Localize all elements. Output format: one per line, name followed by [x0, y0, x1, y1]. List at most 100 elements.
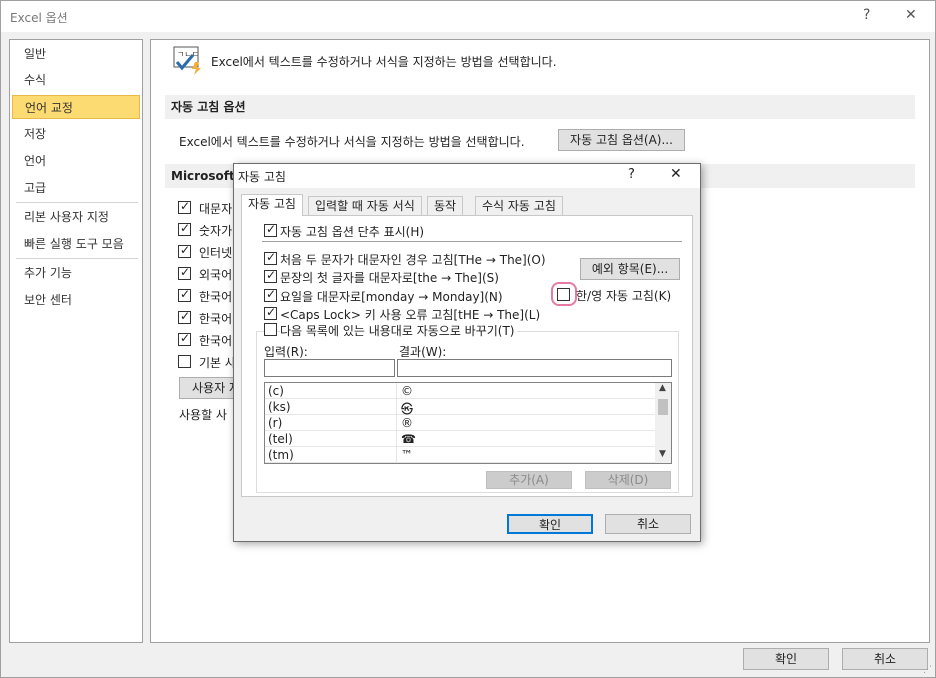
office-checkbox-7[interactable]: [178, 331, 191, 346]
sidebar-item-formulas[interactable]: 수식: [12, 68, 140, 92]
correct-two-initial-capitals-checkbox[interactable]: [264, 250, 277, 265]
office-checkbox-1[interactable]: [178, 199, 191, 214]
replace-text-label: 다음 목록에 있는 내용대로 자동으로 바꾸기(T): [280, 322, 517, 339]
list-item[interactable]: (ks) ㉿: [265, 399, 655, 416]
show-buttons-checkbox[interactable]: [264, 222, 277, 237]
sidebar: 일반 수식 언어 교정 저장 언어 고급 리본 사용자 지정 빠른 실행 도구 …: [9, 39, 143, 643]
ok-button[interactable]: 확인: [743, 648, 829, 670]
sidebar-divider: [16, 258, 138, 259]
office-check-label: 인터넷: [199, 246, 233, 260]
sidebar-item-general[interactable]: 일반: [12, 42, 140, 66]
office-check-label: 대문자: [199, 202, 233, 216]
sidebar-item-save[interactable]: 저장: [12, 122, 140, 146]
column-divider: [396, 447, 397, 463]
hanyoung-autocorrect-checkbox[interactable]: [557, 288, 570, 301]
office-check-label: 숫자가: [199, 224, 233, 238]
title-bar: Excel 옵션 ? ✕: [1, 1, 935, 32]
list-item[interactable]: (c) ©: [265, 383, 655, 399]
option-label: 요일을 대문자로[monday → Monday](N): [280, 290, 503, 304]
option-label: 문장의 첫 글자를 대문자로[the → The](S): [280, 271, 499, 285]
autocorrect-options-button[interactable]: 자동 고침 옵션(A)...: [558, 129, 685, 151]
result-label: 결과(W):: [399, 345, 447, 359]
hanyoung-autocorrect-label: 한/영 자동 고침(K): [576, 289, 672, 303]
scroll-down-icon[interactable]: ▼: [659, 449, 666, 459]
tab-math-autocorrect[interactable]: 수식 자동 고침: [475, 196, 563, 215]
sidebar-item-language[interactable]: 언어: [12, 149, 140, 173]
autocorrect-dialog: 자동 고침 ? ✕ 자동 고침 입력할 때 자동 서식 동작 수식 자동 고침 …: [233, 163, 701, 542]
capitalize-days-checkbox[interactable]: [264, 287, 277, 302]
sidebar-item-advanced[interactable]: 고급: [12, 176, 140, 200]
office-check-label: 한국어: [199, 312, 233, 326]
close-icon[interactable]: ✕: [905, 7, 917, 23]
office-checkbox-6[interactable]: [178, 309, 191, 324]
replace-text-checkbox[interactable]: [264, 323, 277, 336]
entry-input: (tm): [268, 448, 294, 462]
office-checkbox-2[interactable]: [178, 221, 191, 236]
sidebar-item-customize-ribbon[interactable]: 리본 사용자 지정: [12, 205, 140, 229]
sidebar-divider: [16, 202, 138, 203]
proofing-icon: ㄱㄴㄷ: [173, 46, 201, 75]
autocorrect-description: Excel에서 텍스트를 수정하거나 서식을 지정하는 방법을 선택합니다.: [179, 135, 525, 149]
show-buttons-label: 자동 고침 옵션 단추 표시(H): [280, 225, 425, 239]
sidebar-item-quick-access[interactable]: 빠른 실행 도구 모음: [12, 232, 140, 256]
office-checkbox-5[interactable]: [178, 287, 191, 302]
dialog-help-icon[interactable]: ?: [628, 167, 635, 182]
option-label: <Caps Lock> 키 사용 오류 고침[tHE → The](L): [280, 308, 541, 322]
scroll-thumb[interactable]: [658, 399, 668, 415]
window-title: Excel 옵션: [10, 11, 68, 25]
delete-button[interactable]: 삭제(D): [585, 471, 671, 489]
dialog-title: 자동 고침: [238, 170, 286, 184]
entry-input: (r): [268, 416, 283, 430]
list-item[interactable]: (r) ®: [265, 415, 655, 431]
scroll-up-icon[interactable]: ▲: [659, 383, 666, 393]
tab-autoformat-as-you-type[interactable]: 입력할 때 자동 서식: [308, 196, 422, 215]
tab-autocorrect[interactable]: 자동 고침: [241, 194, 303, 216]
tab-actions[interactable]: 동작: [427, 196, 464, 215]
dialog-title-bar: 자동 고침 ? ✕: [234, 164, 700, 188]
column-divider: [396, 399, 397, 415]
office-check-label: 기본 사: [199, 356, 236, 370]
entry-result: ™: [401, 448, 413, 462]
autocorrect-list[interactable]: (c) © (ks) ㉿ (r) ® (tel) ☎ (tm) ™ ▲ ▼: [264, 382, 672, 464]
column-divider: [396, 431, 397, 447]
sidebar-item-proofing[interactable]: 언어 교정: [12, 95, 140, 119]
entry-result: ®: [401, 416, 413, 430]
input-label: 입력(R):: [264, 345, 308, 359]
sidebar-item-trust-center[interactable]: 보안 센터: [12, 288, 140, 312]
entry-input: (c): [268, 384, 284, 398]
resize-grip-icon[interactable]: ⋰: [923, 665, 932, 675]
cancel-button[interactable]: 취소: [842, 648, 928, 670]
list-item[interactable]: (tel) ☎: [265, 431, 655, 447]
office-check-label: 외국어: [199, 268, 233, 282]
custom-dictionary-description: 사용할 사: [179, 408, 227, 422]
sidebar-item-addins[interactable]: 추가 기능: [12, 261, 140, 285]
capitalize-first-letter-checkbox[interactable]: [264, 268, 277, 283]
result-field[interactable]: [397, 359, 672, 377]
input-field[interactable]: [264, 359, 395, 377]
entry-result: ©: [401, 384, 413, 398]
autocorrect-tab-panel: 자동 고침 옵션 단추 표시(H) 처음 두 문자가 대문자인 경우 고침[TH…: [241, 215, 693, 497]
help-icon[interactable]: ?: [863, 7, 870, 23]
caps-lock-correction-checkbox[interactable]: [264, 305, 277, 320]
entry-input: (ks): [268, 400, 291, 414]
add-button[interactable]: 추가(A): [486, 471, 572, 489]
office-check-label: 한국어: [199, 290, 233, 304]
exceptions-button[interactable]: 예외 항목(E)...: [580, 258, 680, 280]
entry-result: ☎: [401, 432, 416, 446]
option-label: 처음 두 문자가 대문자인 경우 고침[THe → The](O): [280, 253, 546, 267]
column-divider: [396, 415, 397, 431]
dialog-close-icon[interactable]: ✕: [670, 166, 682, 182]
office-checkbox-8[interactable]: [178, 355, 191, 368]
intro-text: Excel에서 텍스트를 수정하거나 서식을 지정하는 방법을 선택합니다.: [211, 55, 557, 69]
column-divider: [396, 383, 397, 399]
office-check-label: 한국어: [199, 334, 233, 348]
dialog-cancel-button[interactable]: 취소: [605, 514, 691, 534]
dialog-ok-button[interactable]: 확인: [507, 514, 593, 534]
svg-text:ㄱㄴㄷ: ㄱㄴㄷ: [177, 50, 199, 59]
list-scrollbar[interactable]: ▲ ▼: [655, 383, 671, 463]
office-checkbox-3[interactable]: [178, 243, 191, 258]
list-item[interactable]: (tm) ™: [265, 447, 655, 463]
autocorrect-section-header: 자동 고침 옵션: [165, 95, 915, 119]
office-checkbox-4[interactable]: [178, 265, 191, 280]
entry-input: (tel): [268, 432, 293, 446]
